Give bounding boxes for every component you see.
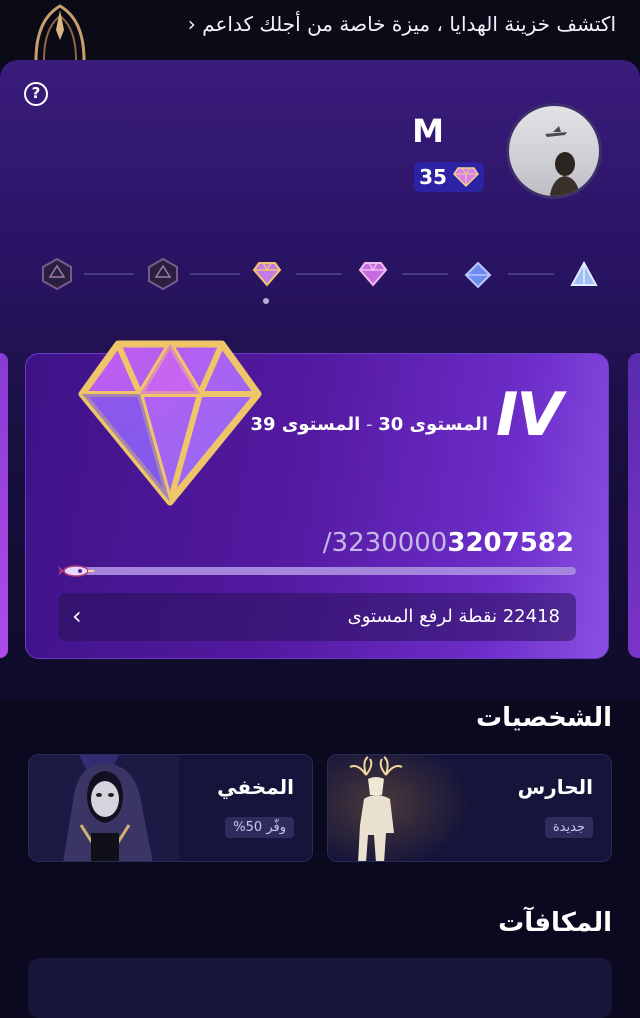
progress-target: /3230000 xyxy=(322,528,448,558)
upgrade-info-row[interactable]: 22418 نقطة لرفع المستوى ‹ xyxy=(58,593,576,641)
avatar[interactable] xyxy=(506,103,602,199)
help-icon[interactable]: ? xyxy=(24,82,48,106)
new-badge: جديدة xyxy=(544,817,593,838)
progress-bar xyxy=(64,567,576,575)
characters-title: الشخصيات xyxy=(476,703,612,733)
range-from: المستوى 30 xyxy=(378,414,488,435)
discount-badge: وفّر 50% xyxy=(225,817,294,838)
level-locked-gem-icon[interactable] xyxy=(40,257,74,291)
level-connector xyxy=(296,273,342,275)
diamond-tier-icon xyxy=(78,340,262,506)
level-range: المستوى 30 - المستوى 39 xyxy=(250,414,488,435)
points-badge[interactable]: 35 xyxy=(414,162,484,192)
range-separator: - xyxy=(360,414,379,435)
chevron-left-icon: ‹ xyxy=(187,12,196,36)
level-track xyxy=(0,255,640,300)
rewards-card[interactable] xyxy=(28,958,612,1018)
masked-figure-image xyxy=(29,755,179,861)
banner-label: اكتشف خزينة الهدايا ، ميزة خاصة من أجلك … xyxy=(202,12,616,36)
stag-image xyxy=(328,755,478,861)
chevron-left-icon: ‹ xyxy=(72,602,82,630)
character-name: المخفي xyxy=(217,775,294,799)
next-card-peek[interactable] xyxy=(628,353,640,658)
crest-emblem-icon xyxy=(34,4,86,60)
level-blue-gem-icon[interactable] xyxy=(464,261,492,289)
level-connector xyxy=(402,273,448,275)
character-card-hidden[interactable]: المخفي وفّر 50% xyxy=(28,754,313,862)
current-level-indicator xyxy=(263,298,269,304)
level-locked-gem-icon[interactable] xyxy=(146,257,180,291)
diamond-icon xyxy=(452,167,479,187)
level-pink-gem-icon[interactable] xyxy=(358,261,388,287)
level-gold-gem-icon[interactable] xyxy=(252,261,282,287)
level-connector xyxy=(508,273,554,275)
range-to: المستوى 39 xyxy=(250,414,361,435)
progress-current: 3207582 xyxy=(447,528,574,558)
level-connector xyxy=(84,273,134,275)
character-card-guardian[interactable]: الحارس جديدة xyxy=(327,754,612,862)
level-connector xyxy=(190,273,240,275)
top-banner[interactable]: اكتشف خزينة الهدايا ، ميزة خاصة من أجلك … xyxy=(0,0,640,62)
username: M xyxy=(412,112,444,150)
points-value: 35 xyxy=(419,165,447,189)
previous-card-peek[interactable] xyxy=(0,353,8,658)
level-lightblue-gem-icon[interactable] xyxy=(570,261,598,287)
character-name: الحارس xyxy=(517,775,593,799)
progress-text: /32300003207582 xyxy=(323,528,574,558)
tier-numeral: IV xyxy=(496,380,563,450)
upgrade-text: 22418 نقطة لرفع المستوى xyxy=(347,606,560,627)
rewards-title: المكافآت xyxy=(498,908,612,938)
rocket-icon xyxy=(58,565,94,577)
banner-text: اكتشف خزينة الهدايا ، ميزة خاصة من أجلك … xyxy=(182,12,616,36)
